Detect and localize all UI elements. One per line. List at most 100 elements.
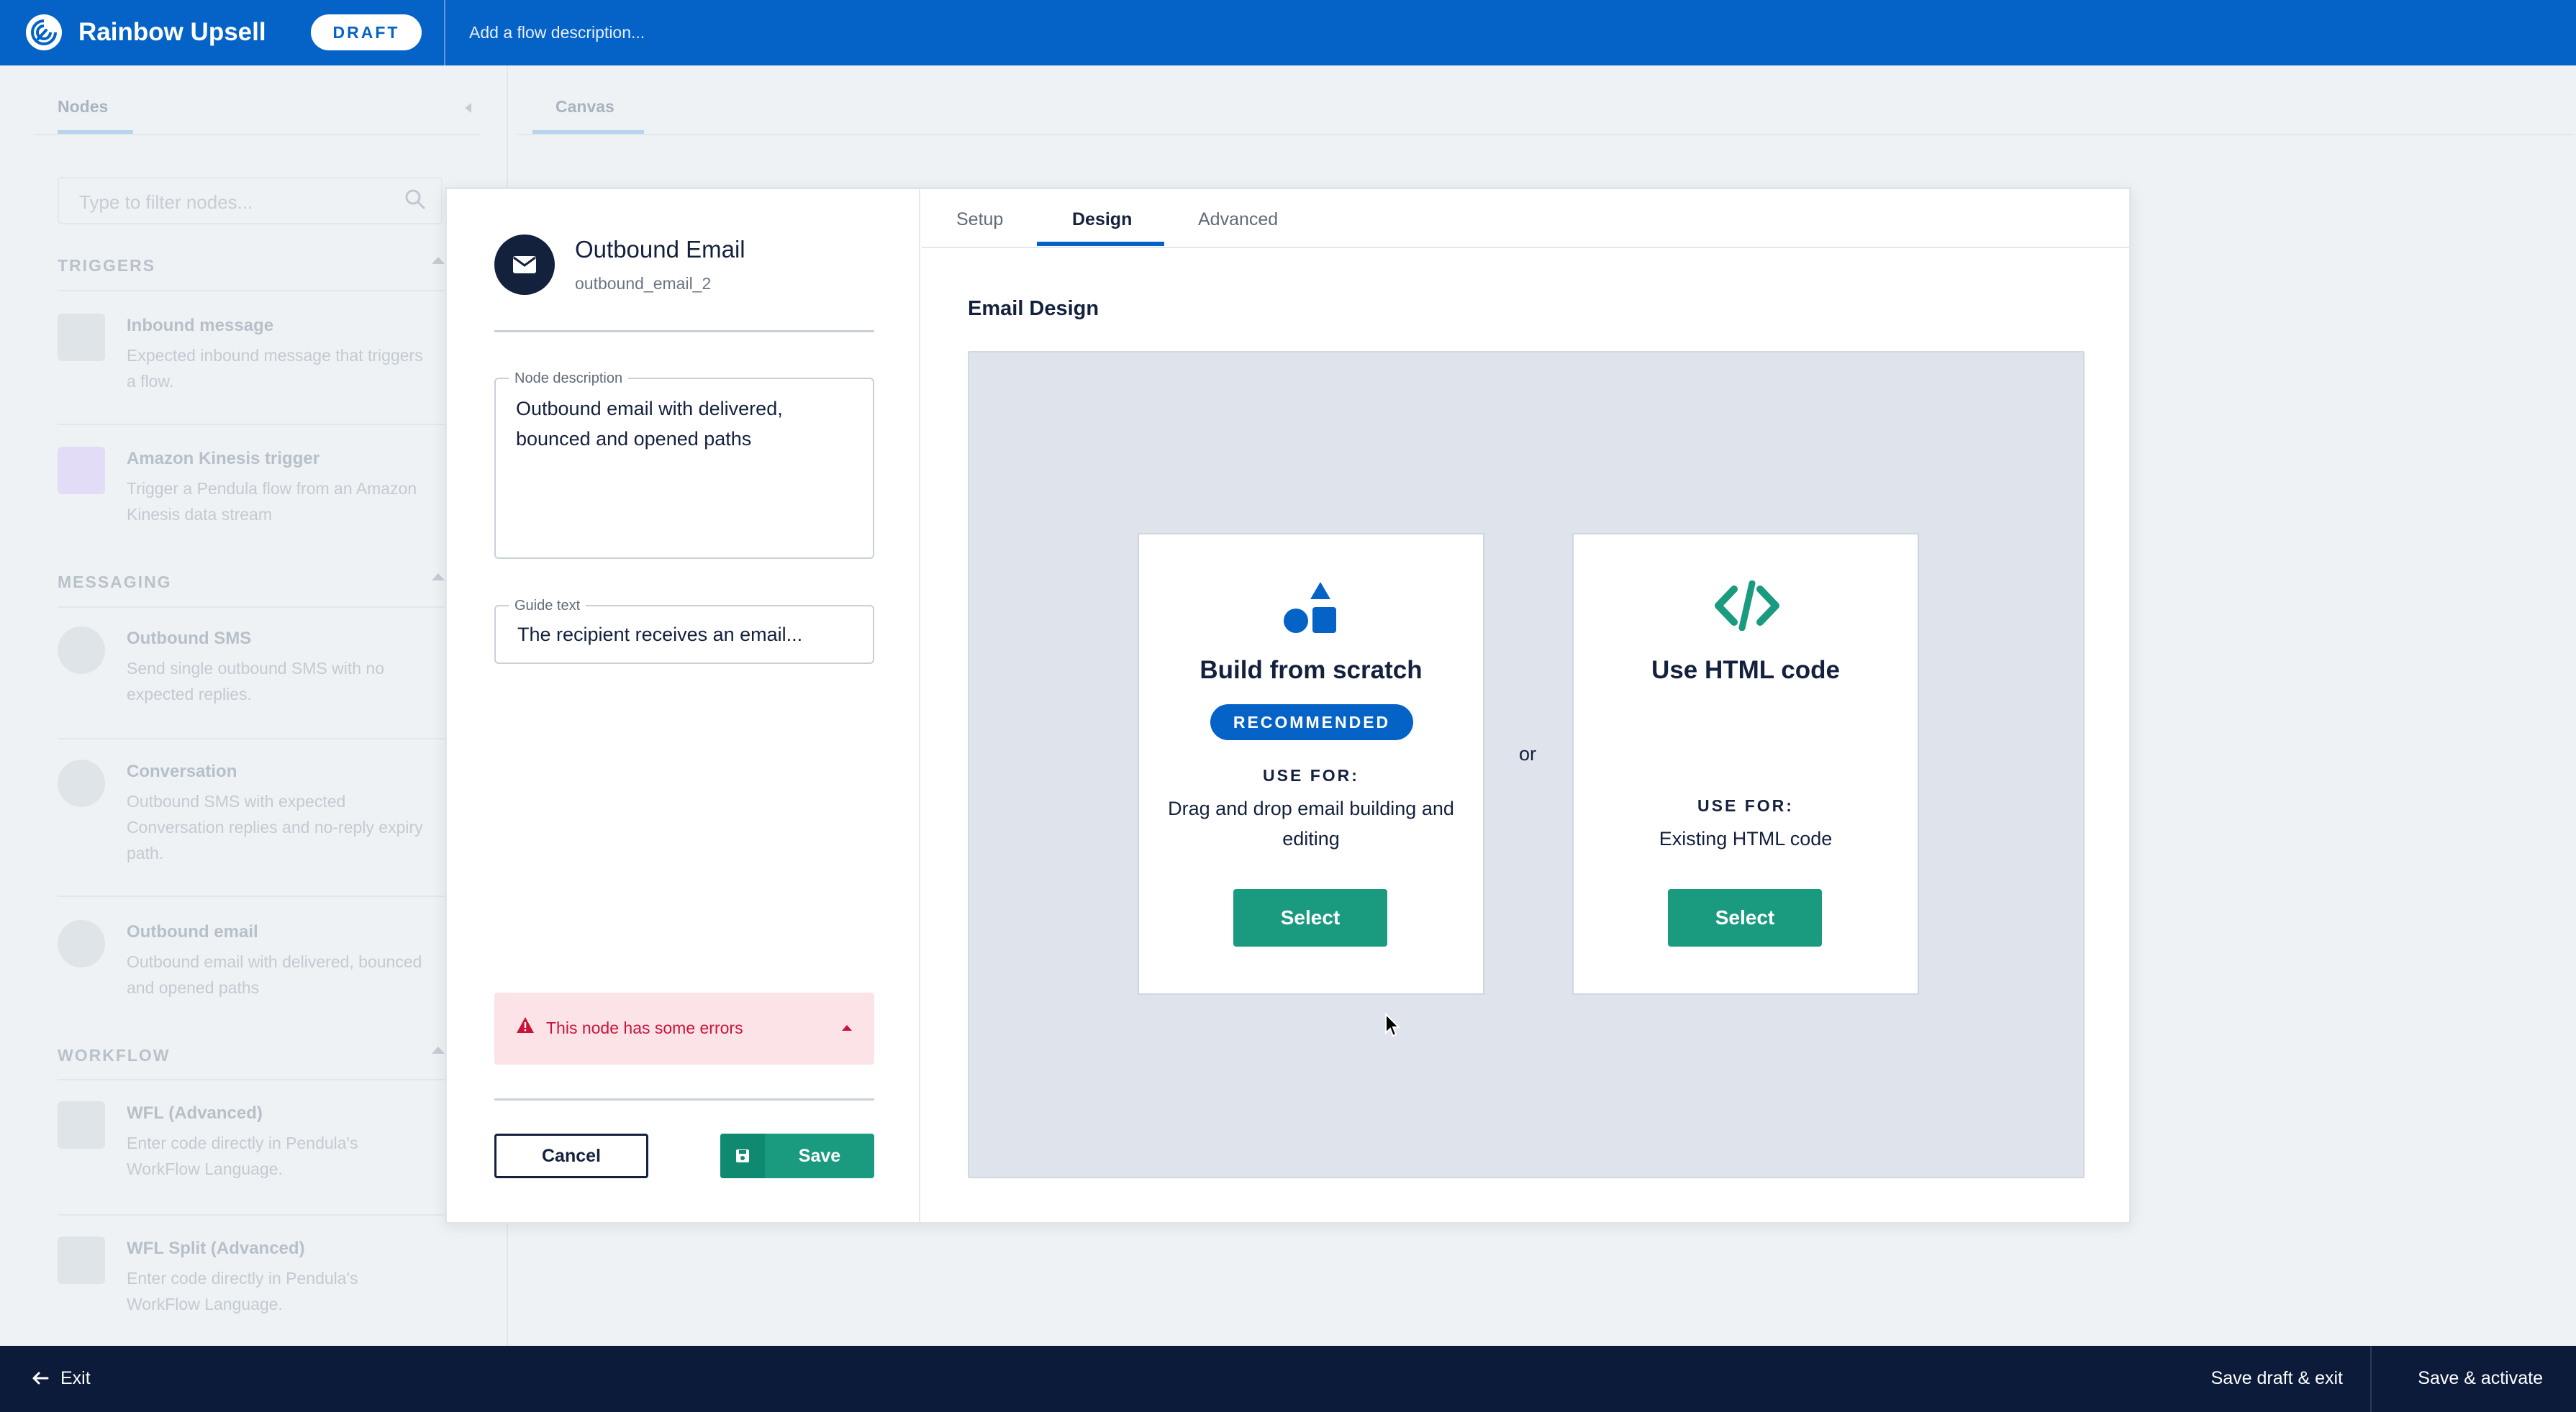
use-html-code-title: Use HTML code: [1651, 656, 1840, 684]
node-title: Outbound Email: [575, 236, 745, 263]
grid-icon: [58, 1101, 105, 1149]
node-item-outbound-sms[interactable]: Outbound SMS Send single outbound SMS wi…: [58, 627, 461, 756]
topbar-divider: [444, 0, 445, 65]
node-name: Conversation: [127, 762, 237, 781]
save-icon: [720, 1134, 765, 1178]
section-divider: [58, 290, 461, 291]
mouse-cursor-icon: [1385, 1013, 1401, 1037]
save-button[interactable]: Save: [720, 1134, 874, 1178]
node-desc: Expected inbound message that triggers a…: [127, 346, 423, 391]
filter-nodes-input[interactable]: Type to filter nodes...: [58, 177, 443, 224]
panel-divider: [35, 134, 481, 135]
tab-advanced[interactable]: Advanced: [1198, 208, 1278, 231]
node-divider: [58, 896, 461, 897]
design-pane: Setup Design Advanced Email Design Build…: [922, 189, 2129, 1222]
tab-design[interactable]: Design: [1072, 208, 1132, 231]
collapse-panel-icon[interactable]: [465, 103, 471, 113]
node-desc: Enter code directly in Pendula's WorkFlo…: [127, 1134, 358, 1178]
email-icon: [58, 920, 105, 967]
chevron-up-icon[interactable]: [432, 1047, 445, 1054]
node-description-field[interactable]: Node description Outbound email with del…: [494, 370, 874, 559]
search-icon[interactable]: [404, 188, 426, 210]
tab-nodes[interactable]: Nodes: [58, 97, 108, 117]
active-tab-underline: [1037, 242, 1164, 246]
bottom-action-bar: Exit Save draft & exit Save & activate: [0, 1346, 2576, 1412]
guide-text-label: Guide text: [509, 597, 586, 614]
save-draft-exit-button[interactable]: Save draft & exit: [2211, 1366, 2343, 1390]
section-messaging: MESSAGING: [58, 573, 172, 591]
nodes-panel: Nodes Type to filter nodes... TRIGGERS I…: [0, 65, 496, 1346]
use-for-desc: Drag and drop email building and editing: [1168, 798, 1454, 850]
shapes-icon: [1284, 582, 1336, 633]
tab-canvas[interactable]: Canvas: [555, 97, 614, 117]
actions-divider: [494, 1098, 874, 1101]
flow-description-field[interactable]: Add a flow description...: [469, 20, 645, 45]
exit-label: Exit: [60, 1368, 91, 1388]
node-item-outbound-email[interactable]: Outbound email Outbound email with deliv…: [58, 920, 461, 1049]
arrow-left-icon: [32, 1372, 49, 1385]
node-name: Outbound SMS: [127, 629, 252, 648]
node-divider: [58, 1214, 461, 1216]
use-for-label: USE FOR:: [1697, 796, 1794, 815]
node-name: Amazon Kinesis trigger: [127, 449, 320, 468]
pendula-logo-icon: [26, 14, 62, 50]
use-for-label: USE FOR:: [1263, 766, 1359, 785]
node-item-conversation[interactable]: Conversation Outbound SMS with expected …: [58, 760, 461, 889]
chevron-up-icon[interactable]: [432, 257, 445, 264]
conversation-icon: [58, 760, 105, 807]
email-design-area: Build from scratch RECOMMENDED USE FOR: …: [968, 351, 2085, 1178]
select-html-code-button[interactable]: Select: [1668, 889, 1822, 947]
chevron-up-icon[interactable]: [432, 573, 445, 580]
node-desc: Send single outbound SMS with no expecte…: [127, 659, 385, 703]
modal-tabs: Setup Design Advanced: [922, 189, 2129, 248]
node-item-amazon-kinesis[interactable]: Amazon Kinesis trigger Trigger a Pendula…: [58, 447, 461, 576]
node-divider: [58, 424, 461, 425]
node-divider: [58, 738, 461, 739]
node-desc: Enter code directly in Pendula's WorkFlo…: [127, 1269, 358, 1313]
or-separator: or: [1519, 743, 1537, 765]
error-banner[interactable]: This node has some errors: [494, 993, 874, 1065]
kinesis-icon: [58, 447, 105, 494]
node-item-wfl-advanced[interactable]: WFL (Advanced) Enter code directly in Pe…: [58, 1101, 461, 1231]
grid-icon: [58, 1236, 105, 1284]
node-description-label: Node description: [509, 370, 629, 387]
tab-setup[interactable]: Setup: [956, 208, 1003, 231]
draft-status-badge: DRAFT: [311, 14, 422, 50]
section-triggers: TRIGGERS: [58, 256, 156, 275]
node-id: outbound_email_2: [575, 274, 712, 293]
bottom-divider: [2370, 1346, 2372, 1412]
recommended-badge: RECOMMENDED: [1210, 704, 1413, 740]
envelope-icon: [494, 234, 555, 295]
save-label: Save: [798, 1146, 841, 1166]
use-html-code-card[interactable]: Use HTML code USE FOR: Existing HTML cod…: [1572, 533, 1919, 995]
node-name: Inbound message: [127, 316, 274, 335]
warning-icon: [517, 1017, 534, 1033]
guide-text-value: The recipient receives an email...: [517, 624, 803, 645]
node-desc: Outbound email with delivered, bounced a…: [127, 952, 422, 997]
top-bar: Rainbow Upsell DRAFT Add a flow descript…: [0, 0, 2576, 65]
node-name: Outbound email: [127, 922, 258, 942]
node-editor-modal: Outbound Email outbound_email_2 Node des…: [445, 187, 2131, 1224]
node-desc: Outbound SMS with expected Conversation …: [127, 792, 423, 862]
node-name: WFL (Advanced): [127, 1103, 263, 1123]
section-workflow: WORKFLOW: [58, 1046, 171, 1065]
save-activate-button[interactable]: Save & activate: [2418, 1366, 2543, 1390]
guide-text-field[interactable]: Guide text The recipient receives an ema…: [494, 597, 874, 664]
code-icon: [1715, 580, 1779, 631]
node-details-pane: Outbound Email outbound_email_2 Node des…: [447, 189, 920, 1222]
chevron-up-icon[interactable]: [842, 1025, 852, 1031]
email-design-title: Email Design: [968, 297, 1099, 320]
use-for-desc: Existing HTML code: [1659, 828, 1833, 850]
app-title[interactable]: Rainbow Upsell: [78, 16, 266, 49]
node-name: WFL Split (Advanced): [127, 1239, 305, 1258]
filter-placeholder: Type to filter nodes...: [79, 191, 253, 213]
select-build-from-scratch-button[interactable]: Select: [1233, 889, 1387, 947]
canvas-divider: [517, 134, 2575, 135]
cancel-button[interactable]: Cancel: [494, 1134, 648, 1178]
chat-icon: [58, 314, 105, 361]
error-text: This node has some errors: [546, 1019, 743, 1037]
node-desc: Trigger a Pendula flow from an Amazon Ki…: [127, 479, 417, 524]
phone-icon: [58, 627, 105, 674]
section-divider: [58, 1079, 461, 1080]
build-from-scratch-card[interactable]: Build from scratch RECOMMENDED USE FOR: …: [1138, 533, 1484, 995]
